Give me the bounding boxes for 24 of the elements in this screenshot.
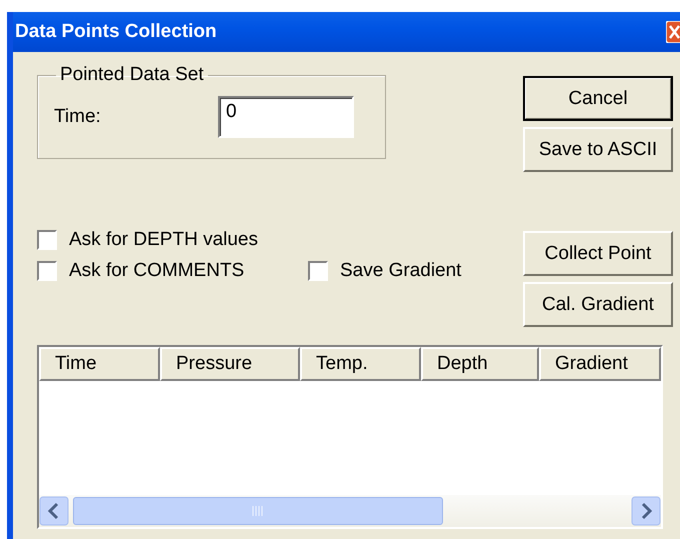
time-field[interactable]: 0 [218, 96, 354, 138]
dialog-button[interactable]: Cancel [523, 76, 673, 121]
dialog-button[interactable]: Save to ASCII [523, 127, 673, 172]
window-title: Data Points Collection [15, 21, 217, 43]
checkbox[interactable] [37, 261, 57, 281]
checkbox-option[interactable]: Ask for COMMENTS [37, 260, 308, 282]
column-header[interactable]: Pressure [160, 347, 300, 381]
column-header[interactable]: Gradient [539, 347, 661, 381]
column-header[interactable]: Time [39, 347, 160, 381]
field-label: Time: [54, 106, 102, 128]
dialog-button[interactable]: Cal. Gradient [523, 282, 673, 327]
column-header[interactable]: Depth [421, 347, 539, 381]
dialog-button[interactable]: Collect Point [523, 231, 673, 276]
horizontal-scrollbar[interactable] [39, 495, 661, 527]
checkbox-option[interactable]: Ask for DEPTH values [37, 229, 258, 251]
close-icon[interactable] [666, 21, 680, 43]
group-title: Pointed Data Set [59, 64, 205, 86]
scroll-left-icon[interactable] [39, 496, 69, 526]
checkbox[interactable] [308, 261, 328, 281]
scroll-thumb[interactable] [73, 497, 443, 525]
column-header[interactable]: Temp. [300, 347, 421, 381]
checkbox-option[interactable]: Save Gradient [308, 260, 462, 282]
checkbox[interactable] [37, 230, 57, 250]
scroll-right-icon[interactable] [631, 496, 661, 526]
